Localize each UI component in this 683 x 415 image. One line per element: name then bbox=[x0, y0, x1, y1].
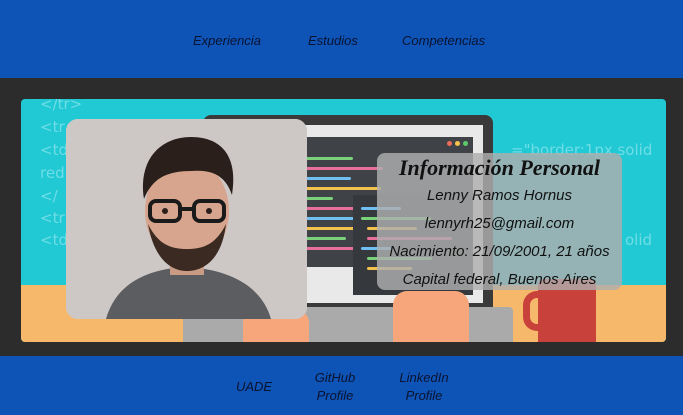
personal-info-card: Información Personal Lenny Ramos Hornus … bbox=[377, 153, 622, 290]
main-section: </tr> <tr <td red </ <tr <td ="border:1p… bbox=[0, 78, 683, 356]
linkedin-link-line2: Profile bbox=[405, 388, 443, 403]
top-navbar: Experiencia Estudios Competencias bbox=[0, 0, 683, 78]
full-name: Lenny Ramos Hornus bbox=[426, 187, 573, 204]
github-link-line1: GitHub bbox=[314, 370, 356, 385]
background-code-line: red bbox=[40, 164, 65, 182]
nav-link-estudios[interactable]: Estudios bbox=[308, 33, 358, 48]
github-link-line2: Profile bbox=[316, 388, 354, 403]
personal-info-title: Información Personal bbox=[398, 155, 601, 180]
background-code-line: </tr> bbox=[40, 99, 83, 113]
background-code-line: <tr bbox=[40, 209, 65, 227]
background-code-line: <td bbox=[40, 141, 68, 159]
profile-photo bbox=[66, 119, 307, 319]
footer-links: UADE GitHub Profile LinkedIn Profile bbox=[0, 356, 683, 415]
uade-link[interactable]: UADE bbox=[226, 378, 282, 396]
background-code-line: <td bbox=[40, 231, 68, 249]
portrait-illustration bbox=[66, 119, 307, 319]
right-hand bbox=[393, 291, 469, 342]
github-profile-link[interactable]: GitHub Profile bbox=[305, 369, 365, 405]
email-address: lennyrh25@gmail.com bbox=[424, 215, 575, 232]
birth-date: Nacimiento: 21/09/2001, 21 años bbox=[389, 243, 610, 260]
linkedin-profile-link[interactable]: LinkedIn Profile bbox=[390, 369, 458, 405]
background-code-line: <tr bbox=[40, 118, 65, 136]
linkedin-link-line1: LinkedIn bbox=[399, 370, 449, 385]
background-code-line: </ bbox=[40, 187, 58, 205]
location: Capital federal, Buenos Aires bbox=[402, 271, 597, 288]
nav-link-experiencia[interactable]: Experiencia bbox=[193, 33, 261, 48]
nav-link-competencias[interactable]: Competencias bbox=[402, 33, 485, 48]
background-code-line: olid bbox=[625, 231, 653, 249]
